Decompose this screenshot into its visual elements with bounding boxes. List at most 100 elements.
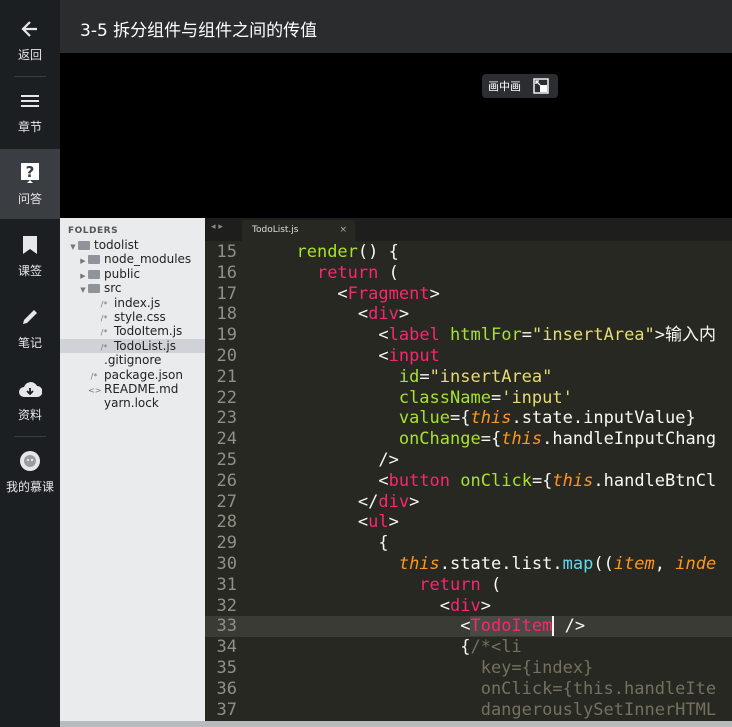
tree-item-label: README.md: [104, 381, 179, 396]
code-token: div: [368, 304, 399, 325]
file-item[interactable]: yarn.lock: [60, 396, 205, 410]
code-token: this: [552, 470, 594, 491]
file-tree-panel: FOLDERS ▼ todolist ▶ node_modules ▶ public ▼ sr…: [60, 218, 205, 721]
code-token: ul: [368, 512, 389, 533]
file-item[interactable]: /* TodoItem.js: [60, 324, 205, 338]
folder-item[interactable]: ▼ todolist: [60, 238, 205, 252]
tree-item-label: style.css: [114, 309, 166, 324]
nav-chapters[interactable]: 章节: [0, 77, 60, 147]
folder-item[interactable]: ▶ public: [60, 267, 205, 281]
line-number: 36: [216, 678, 237, 699]
nav-notes[interactable]: 笔记: [0, 293, 60, 363]
code-line[interactable]: 25 />: [205, 450, 732, 471]
code-line[interactable]: 21 id="insertArea": [205, 367, 732, 388]
code-line[interactable]: 20 <input: [205, 346, 732, 367]
code-line[interactable]: 36 onClick={this.handleIte: [205, 679, 732, 700]
code-token: this: [501, 429, 543, 450]
line-number: 17: [216, 283, 237, 304]
code-line[interactable]: 35 key={index}: [205, 658, 732, 679]
tree-item-label: package.json: [104, 367, 184, 382]
code-token: >输入内: [654, 325, 717, 346]
nav-my-courses[interactable]: 我的慕课: [0, 437, 60, 507]
code-line[interactable]: 31 return (: [205, 575, 732, 596]
code-token: />: [378, 449, 399, 470]
code-line[interactable]: 34 {/*<li: [205, 637, 732, 658]
line-number: 29: [216, 533, 237, 554]
file-item[interactable]: /* TodoList.js: [60, 338, 205, 354]
code-token: <: [439, 595, 451, 616]
code-token: {: [378, 533, 389, 554]
tab-nav-arrows[interactable]: ◂ ▸: [211, 222, 223, 232]
code-token: <: [460, 616, 471, 637]
title-bar: 3-5 拆分组件与组件之间的传值: [60, 0, 732, 53]
folder-item[interactable]: ▼ src: [60, 281, 205, 295]
nav-bookmarks[interactable]: 课签: [0, 221, 60, 291]
code-line[interactable]: 33 <TodoItem />: [205, 616, 732, 638]
close-icon[interactable]: ×: [339, 220, 347, 241]
code-token: item: [613, 553, 655, 574]
code-token: label: [388, 325, 440, 346]
code-line[interactable]: 16 return (: [205, 263, 732, 284]
code-token: TodoItem: [470, 616, 555, 637]
tab-todolist[interactable]: TodoList.js ×: [242, 220, 355, 241]
line-number: 24: [216, 429, 237, 450]
code-line[interactable]: 26 <button onClick={this.handleBtnCl: [205, 471, 732, 492]
file-item[interactable]: /* index.js: [60, 296, 205, 310]
nav-qa[interactable]: ? 问答: [0, 149, 60, 219]
nav-bookmarks-label: 课签: [17, 264, 42, 278]
code-line[interactable]: 30 this.state.list.map((item, inde: [205, 554, 732, 575]
nav-materials[interactable]: 资料: [0, 365, 60, 435]
line-number: 28: [216, 512, 237, 533]
line-number: 25: [216, 449, 237, 470]
code-area[interactable]: 15 render() {16 return (17 <Fragment> 18 …: [205, 242, 732, 720]
code-line[interactable]: 37 dangerouslySetInnerHTML: [205, 700, 732, 721]
code-token: =: [419, 366, 430, 387]
code-line[interactable]: 17 <Fragment>: [205, 284, 732, 305]
code-token: "insertArea": [429, 366, 553, 387]
line-number: 34: [216, 637, 237, 658]
code-line[interactable]: 23 value={this.state.inputValue}: [205, 408, 732, 429]
sidebar: 返回 章节 ? 问答 课签 笔记 资料 我的慕课: [0, 0, 60, 727]
page-title: 3-5 拆分组件与组件之间的传值: [80, 21, 318, 41]
code-line[interactable]: 24 onChange={this.handleInputChang: [205, 429, 732, 450]
code-line[interactable]: 32 <div>: [205, 596, 732, 617]
file-item[interactable]: .gitignore: [60, 353, 205, 367]
file-item[interactable]: <> README.md: [60, 382, 205, 396]
line-number: 31: [216, 574, 237, 595]
code-line[interactable]: 22 className='input': [205, 388, 732, 409]
folder-item[interactable]: ▶ node_modules: [60, 252, 205, 266]
code-token: ={: [531, 470, 553, 491]
tree-item-label: public: [104, 266, 141, 281]
code-token: input: [388, 345, 440, 366]
status-strip: [60, 721, 732, 727]
picture-in-picture-button[interactable]: 画中画: [482, 74, 558, 98]
code-token: dangerouslySetInnerHTML: [480, 699, 717, 720]
line-number: 30: [216, 553, 237, 574]
code-token: return: [316, 262, 379, 283]
file-item[interactable]: /* style.css: [60, 310, 205, 324]
code-token: 'input': [501, 387, 573, 408]
code-line[interactable]: 19 <label htmlFor="insertArea">输入内: [205, 325, 732, 346]
line-number: 19: [216, 325, 237, 346]
code-token: >: [480, 595, 491, 616]
code-token: (: [378, 262, 399, 283]
code-line[interactable]: 27 </div>: [205, 492, 732, 513]
nav-back[interactable]: 返回: [0, 5, 60, 75]
tree-item-label: TodoItem.js: [114, 324, 183, 339]
code-line[interactable]: 29 {: [205, 533, 732, 554]
code-token: .handleBtnCl: [593, 470, 717, 491]
code-editor: ◂ ▸ TodoList.js × 15 render() {16 return…: [205, 218, 732, 721]
code-line[interactable]: 18 <div>: [205, 304, 732, 325]
code-token: {: [460, 637, 471, 658]
code-line[interactable]: 15 render() {: [205, 242, 732, 263]
code-token: =: [521, 325, 532, 346]
code-line[interactable]: 28 <ul>: [205, 512, 732, 533]
folder-icon: [88, 284, 100, 294]
file-item[interactable]: /* package.json: [60, 368, 205, 382]
